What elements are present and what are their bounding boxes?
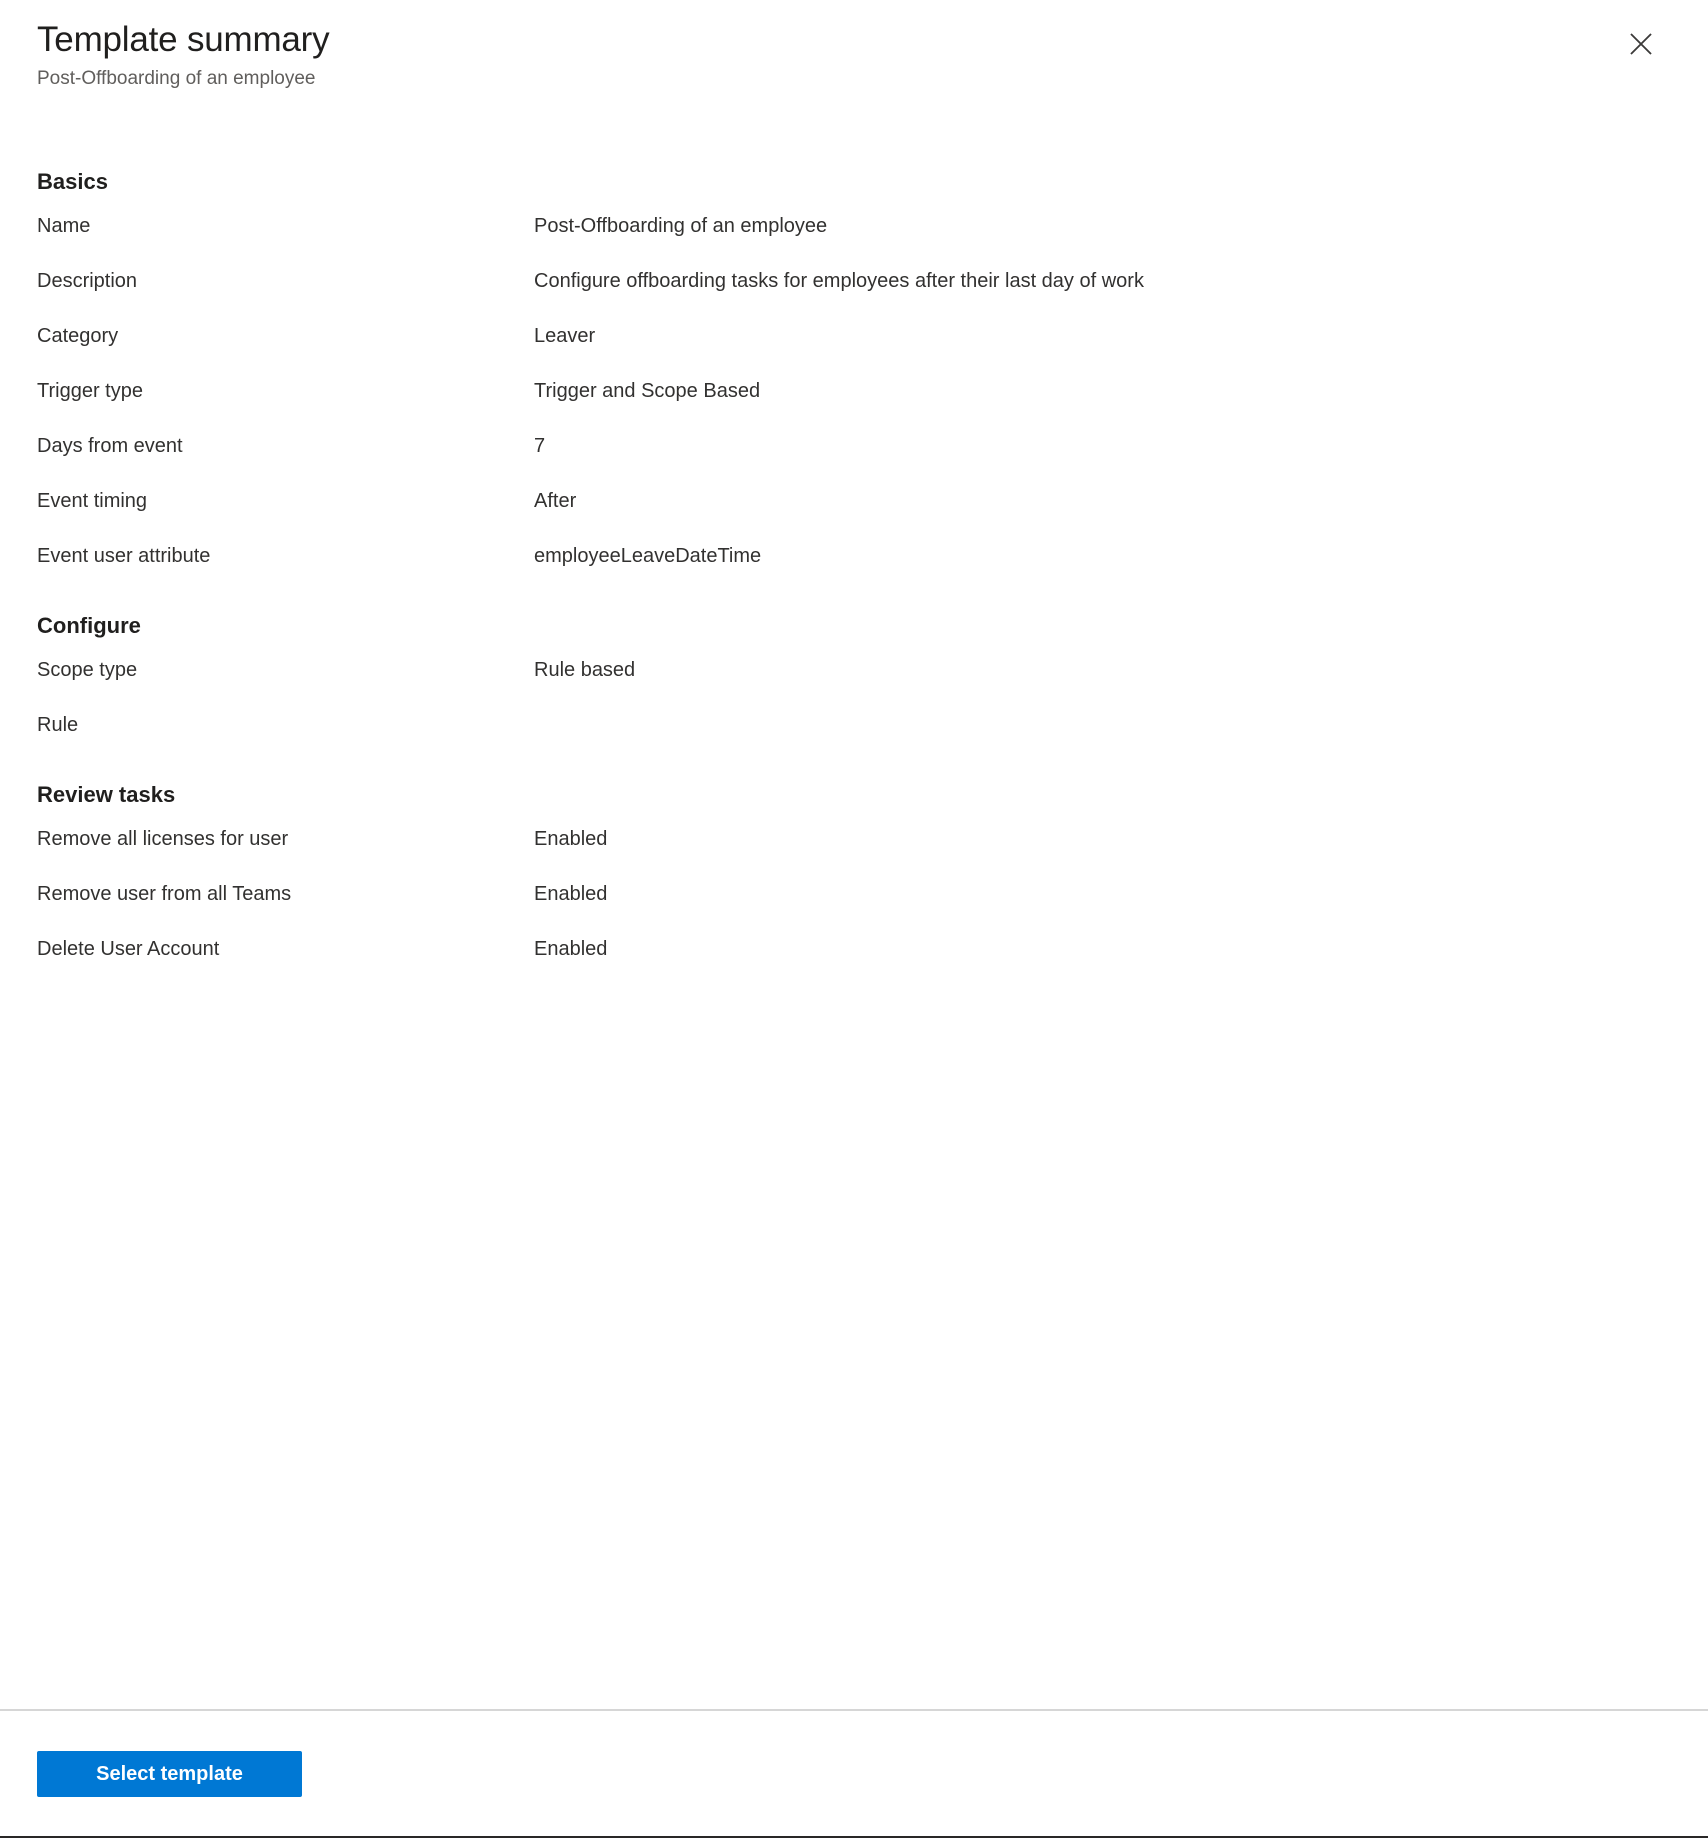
- detail-value: Rule based: [534, 659, 636, 681]
- task-row-remove-all-licenses: Remove all licenses for user Enabled: [0, 812, 1708, 867]
- detail-row-name: Name Post-Offboarding of an employee: [0, 199, 1708, 254]
- task-label: Remove all licenses for user: [37, 828, 289, 850]
- detail-value: 7: [534, 435, 546, 457]
- panel-header: Template summary Post-Offboarding of an …: [0, 0, 1708, 92]
- task-status: Enabled: [534, 828, 608, 850]
- detail-row-scope-type: Scope type Rule based: [0, 643, 1708, 698]
- detail-row-days-from-event: Days from event 7: [0, 419, 1708, 474]
- detail-row-event-timing: Event timing After: [0, 474, 1708, 529]
- detail-row-category: Category Leaver: [0, 309, 1708, 364]
- section-review-tasks: Review tasks Remove all licenses for use…: [0, 780, 1708, 977]
- detail-value: Leaver: [534, 325, 596, 347]
- detail-label: Scope type: [37, 659, 138, 681]
- detail-value: employeeLeaveDateTime: [534, 545, 762, 567]
- close-icon: [1627, 30, 1655, 58]
- section-heading-review-tasks: Review tasks: [37, 782, 176, 807]
- detail-label: Days from event: [37, 435, 183, 457]
- task-label: Remove user from all Teams: [37, 883, 292, 905]
- page-title: Template summary: [37, 20, 330, 59]
- task-label: Delete User Account: [37, 938, 220, 960]
- section-heading-basics: Basics: [37, 169, 108, 194]
- select-template-button[interactable]: Select template: [37, 1751, 302, 1797]
- detail-label: Name: [37, 215, 91, 237]
- detail-value: Configure offboarding tasks for employee…: [534, 270, 1144, 292]
- detail-label: Event user attribute: [37, 545, 211, 567]
- detail-label: Category: [37, 325, 119, 347]
- detail-value: Trigger and Scope Based: [534, 380, 761, 402]
- detail-label: Description: [37, 270, 138, 292]
- template-summary-panel: Template summary Post-Offboarding of an …: [0, 0, 1708, 1838]
- section-configure: Configure Scope type Rule based Rule: [0, 611, 1708, 753]
- detail-label: Rule: [37, 714, 79, 736]
- close-button[interactable]: [1619, 22, 1663, 66]
- task-status: Enabled: [534, 938, 608, 960]
- task-row-remove-user-from-teams: Remove user from all Teams Enabled: [0, 867, 1708, 922]
- panel-footer: Select template: [0, 1709, 1708, 1838]
- section-basics: Basics Name Post-Offboarding of an emplo…: [0, 167, 1708, 584]
- panel-body: Basics Name Post-Offboarding of an emplo…: [0, 92, 1708, 1709]
- detail-label: Event timing: [37, 490, 148, 512]
- detail-row-event-user-attribute: Event user attribute employeeLeaveDateTi…: [0, 529, 1708, 584]
- page-subtitle: Post-Offboarding of an employee: [37, 68, 316, 89]
- task-status: Enabled: [534, 883, 608, 905]
- basics-detail-list: Name Post-Offboarding of an employee Des…: [0, 199, 1708, 584]
- review-tasks-list: Remove all licenses for user Enabled Rem…: [0, 812, 1708, 977]
- task-row-delete-user-account: Delete User Account Enabled: [0, 922, 1708, 977]
- detail-row-rule: Rule: [0, 698, 1708, 753]
- detail-row-trigger-type: Trigger type Trigger and Scope Based: [0, 364, 1708, 419]
- detail-label: Trigger type: [37, 380, 143, 402]
- section-heading-configure: Configure: [37, 613, 141, 638]
- detail-value: After: [534, 490, 577, 512]
- detail-value: Post-Offboarding of an employee: [534, 215, 828, 237]
- configure-detail-list: Scope type Rule based Rule: [0, 643, 1708, 753]
- detail-row-description: Description Configure offboarding tasks …: [0, 254, 1708, 309]
